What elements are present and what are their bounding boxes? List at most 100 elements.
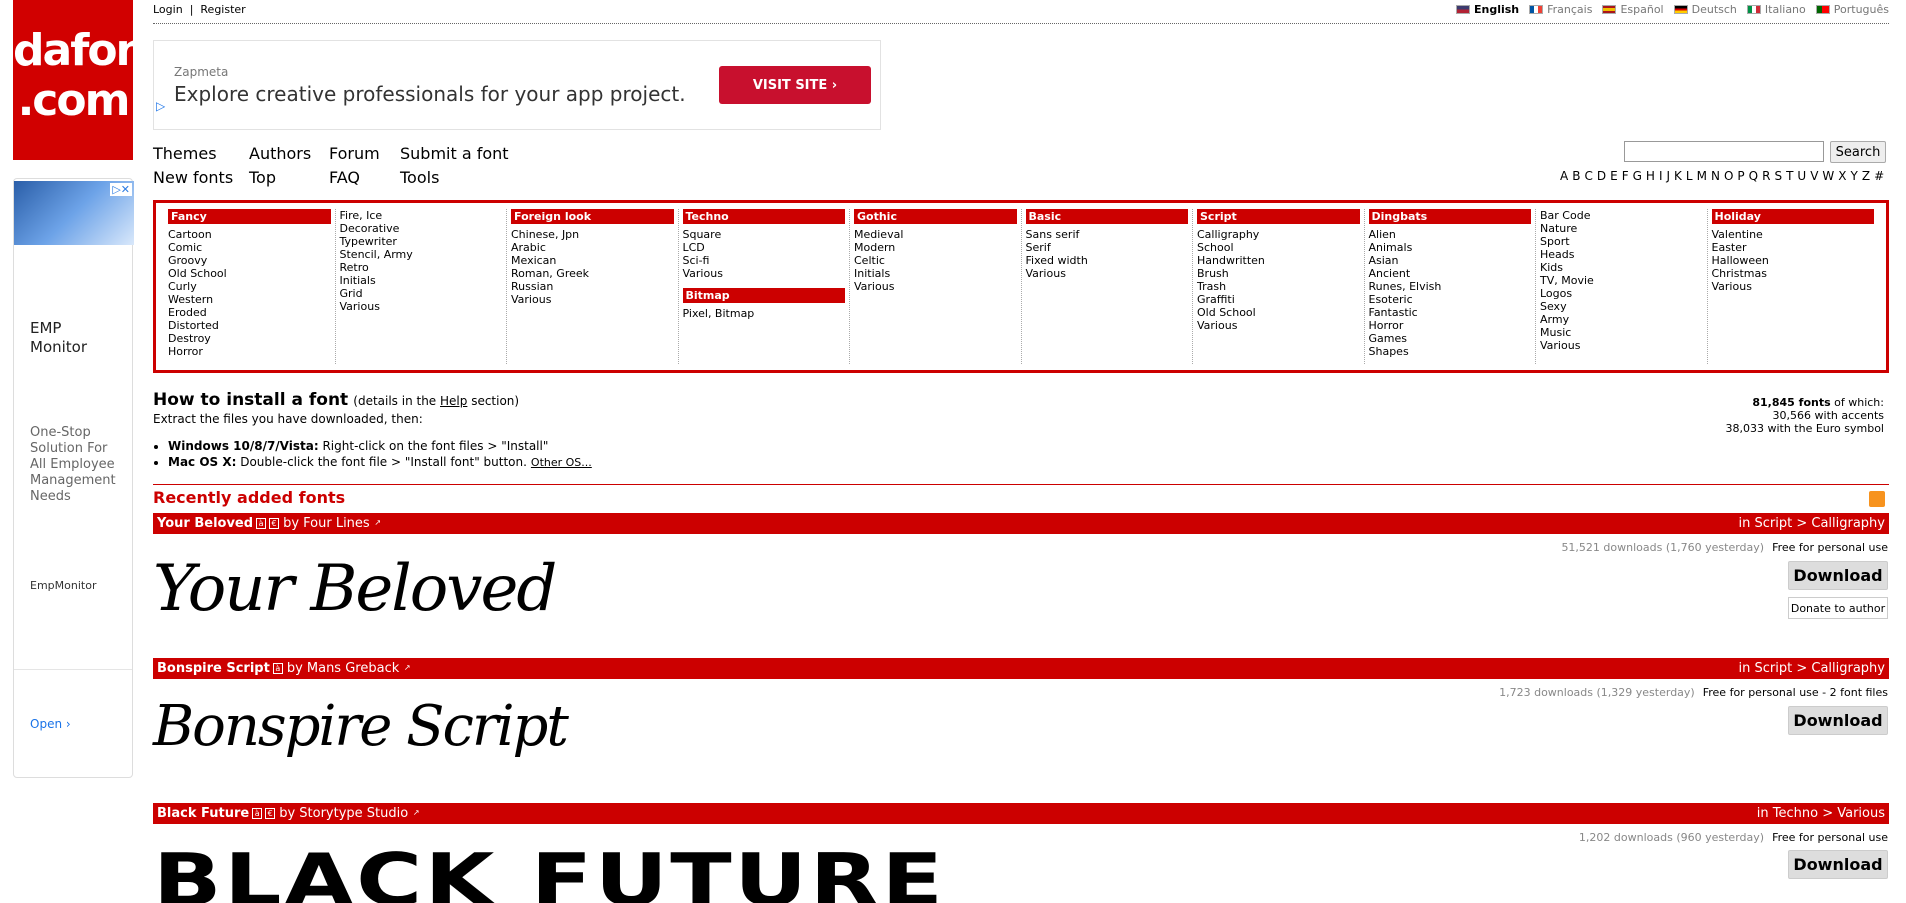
category-link[interactable]: Halloween [1712,254,1875,267]
category-link[interactable]: Horror [168,345,331,358]
external-link-icon[interactable]: ↗ [373,518,383,529]
font-name-link[interactable]: Black Future [157,806,249,821]
lang-german[interactable]: Deutsch [1673,3,1737,16]
category-link[interactable]: Sans serif [1026,228,1189,241]
category-link[interactable]: Horror [1369,319,1532,332]
font-author-link[interactable]: by Mans Greback [287,661,399,676]
category-link[interactable]: Fantastic [1369,306,1532,319]
alphabet-link[interactable]: K [1674,169,1682,183]
category-link[interactable]: Roman, Greek [511,267,674,280]
category-link[interactable]: Western [168,293,331,306]
category-link[interactable]: Grid [340,287,503,300]
category-link[interactable]: Typewriter [340,235,503,248]
ad-open-link[interactable]: Open › [30,717,71,731]
category-link[interactable]: Fire, Ice [340,209,503,222]
alphabet-link[interactable]: L [1686,169,1693,183]
alphabet-link[interactable]: U [1797,169,1806,183]
ad-choices-icon[interactable]: ▷✕ [110,183,132,196]
category-link[interactable]: Decorative [340,222,503,235]
nav-themes[interactable]: Themes [153,142,217,166]
category-link[interactable]: Various [1540,339,1703,352]
top-banner-ad[interactable]: Zapmeta Explore creative professionals f… [153,40,881,130]
nav-authors[interactable]: Authors [249,142,311,166]
category-link[interactable]: Stencil, Army [340,248,503,261]
category-link[interactable]: School [1197,241,1360,254]
category-link[interactable]: Various [854,280,1017,293]
category-link[interactable]: Various [1712,280,1875,293]
category-link[interactable]: Nature [1540,222,1703,235]
category-link[interactable]: Serif [1026,241,1189,254]
external-link-icon[interactable]: ↗ [402,663,412,674]
category-link[interactable]: Ancient [1369,267,1532,280]
font-category-link[interactable]: in Script > Calligraphy [1739,516,1885,531]
login-link[interactable]: Login [153,3,183,16]
category-header-holiday[interactable]: Holiday [1711,209,1874,224]
category-link[interactable]: Various [1197,319,1360,332]
category-header-foreign[interactable]: Foreign look [511,209,674,224]
download-button[interactable]: Download [1788,561,1888,590]
category-link[interactable]: Logos [1540,287,1703,300]
lang-french[interactable]: Français [1529,3,1592,16]
category-link[interactable]: Sport [1540,235,1703,248]
category-link[interactable]: Calligraphy [1197,228,1360,241]
download-button[interactable]: Download [1788,850,1888,879]
category-link[interactable]: Mexican [511,254,674,267]
alphabet-link[interactable]: R [1762,169,1770,183]
category-header-basic[interactable]: Basic [1025,209,1188,224]
category-link[interactable]: Destroy [168,332,331,345]
help-link[interactable]: Help [440,394,467,408]
category-header-dingbats[interactable]: Dingbats [1368,209,1531,224]
lang-spanish[interactable]: Español [1602,3,1664,16]
category-link[interactable]: Medieval [854,228,1017,241]
alphabet-link[interactable]: H [1646,169,1655,183]
category-link[interactable]: Various [340,300,503,313]
alphabet-link[interactable]: E [1610,169,1618,183]
category-link[interactable]: Handwritten [1197,254,1360,267]
nav-new-fonts[interactable]: New fonts [153,166,233,190]
category-link[interactable]: Shapes [1369,345,1532,358]
category-header-techno[interactable]: Techno [682,209,845,224]
font-author-link[interactable]: by Storytype Studio [279,806,408,821]
nav-tools[interactable]: Tools [400,166,439,190]
alphabet-link[interactable]: Y [1851,169,1858,183]
alphabet-link[interactable]: F [1622,169,1629,183]
lang-italian[interactable]: Italiano [1746,3,1806,16]
category-link[interactable]: Brush [1197,267,1360,280]
alphabet-link[interactable]: J [1666,169,1670,183]
category-header-script[interactable]: Script [1197,209,1360,224]
category-link[interactable]: Arabic [511,241,674,254]
register-link[interactable]: Register [200,3,245,16]
nav-submit[interactable]: Submit a font [400,142,509,166]
download-button[interactable]: Download [1788,706,1888,735]
category-link[interactable]: Initials [340,274,503,287]
category-link[interactable]: Trash [1197,280,1360,293]
ad-headline[interactable]: Explore creative professionals for your … [174,82,686,106]
other-os-link[interactable]: Other OS... [531,456,592,469]
category-link[interactable]: Easter [1712,241,1875,254]
category-header-fancy[interactable]: Fancy [168,209,331,224]
category-link[interactable]: Old School [1197,306,1360,319]
ad-choices-icon[interactable]: ▷ [156,99,165,113]
font-name-link[interactable]: Bonspire Script [157,661,270,676]
category-header-bitmap[interactable]: Bitmap [682,288,845,303]
alphabet-link[interactable]: M [1697,169,1707,183]
font-category-link[interactable]: in Script > Calligraphy [1739,661,1885,676]
category-link[interactable]: Old School [168,267,331,280]
category-link[interactable]: Retro [340,261,503,274]
rss-icon[interactable] [1869,491,1885,507]
alphabet-link[interactable]: C [1584,169,1592,183]
category-link[interactable]: TV, Movie [1540,274,1703,287]
font-preview[interactable]: Your Beloved [153,552,557,626]
category-link[interactable]: Modern [854,241,1017,254]
category-link[interactable]: Various [511,293,674,306]
category-link[interactable]: Games [1369,332,1532,345]
nav-faq[interactable]: FAQ [329,166,360,190]
category-link[interactable]: Various [1026,267,1189,280]
alphabet-link[interactable]: S [1774,169,1782,183]
alphabet-link[interactable]: T [1786,169,1793,183]
category-link[interactable]: Alien [1369,228,1532,241]
category-link[interactable]: Chinese, Jpn [511,228,674,241]
dafont-logo[interactable]: dafont .com [13,0,166,160]
left-ad[interactable]: ▷✕ EMP Monitor One-Stop Solution For All… [13,178,134,778]
category-link[interactable]: Asian [1369,254,1532,267]
